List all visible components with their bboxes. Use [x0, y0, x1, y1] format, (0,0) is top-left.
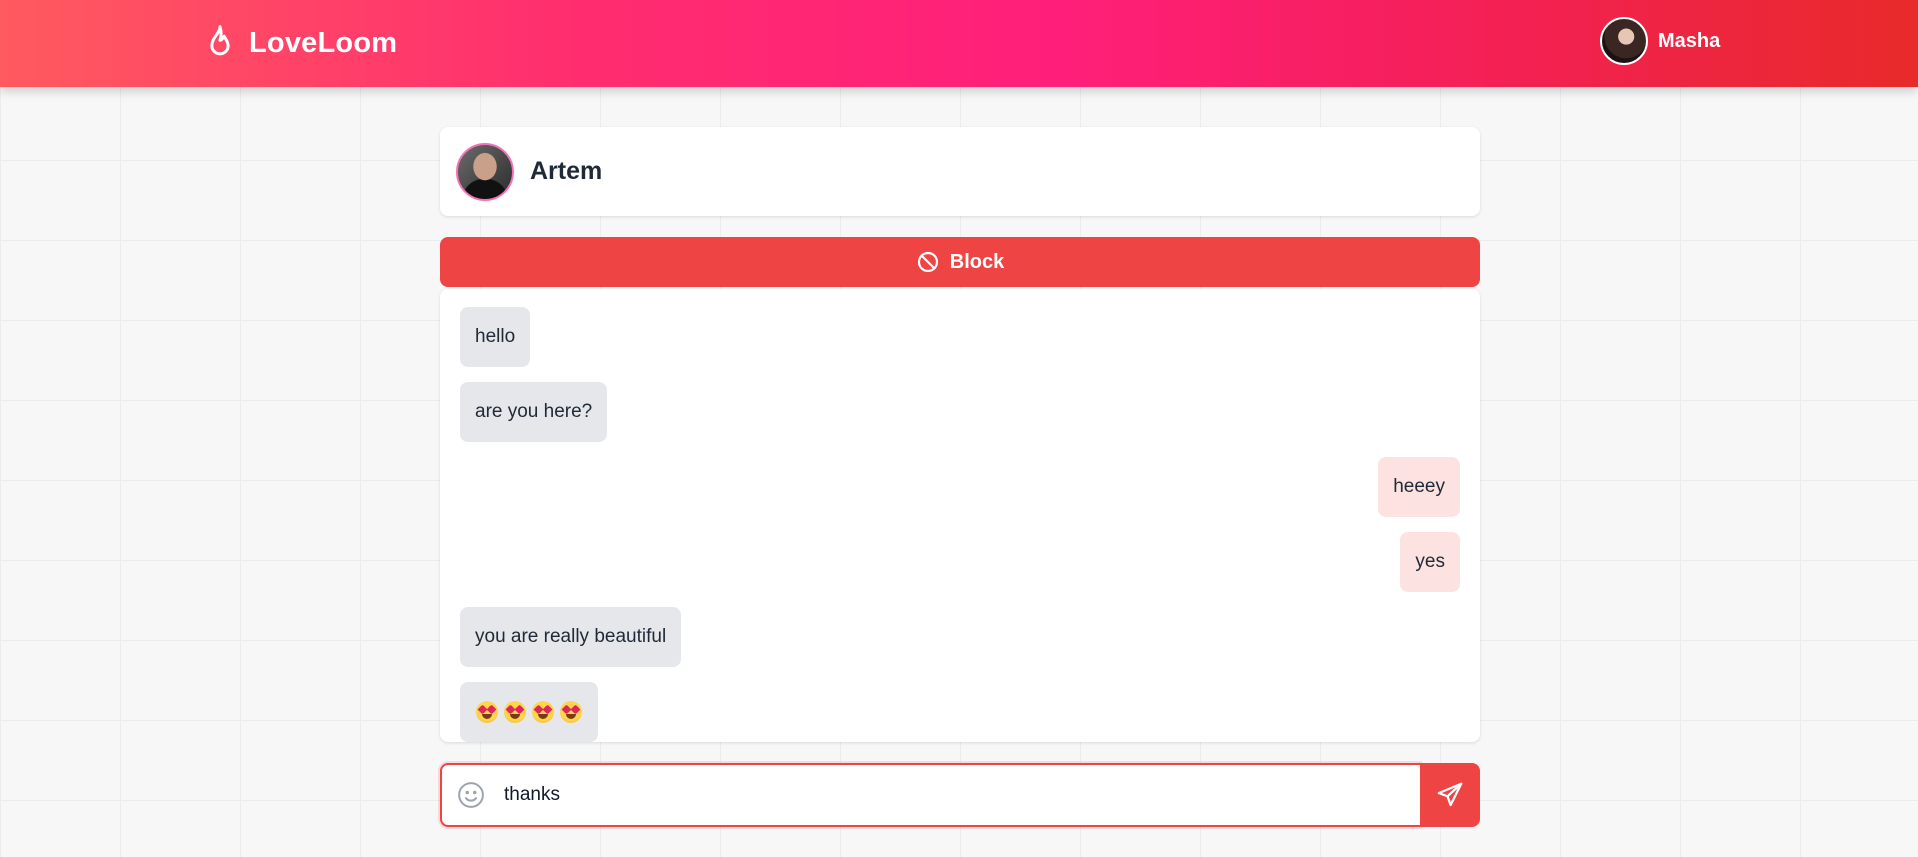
message-composer [440, 763, 1480, 827]
block-label: Block [949, 250, 1005, 273]
heart-eyes-emoji-icon [476, 701, 498, 723]
smile-icon[interactable] [456, 780, 486, 810]
block-button[interactable]: Block [440, 237, 1480, 287]
send-icon [1435, 780, 1465, 810]
message-list[interactable]: hello are you here? heeey yes you are re… [440, 289, 1480, 742]
user-name: Masha [1658, 29, 1721, 52]
ban-icon [916, 250, 940, 274]
user-avatar[interactable] [1600, 17, 1648, 65]
app-name: LoveLoom [249, 26, 398, 59]
message-text: yes [1415, 551, 1445, 572]
flame-icon [203, 24, 237, 62]
contact-avatar[interactable] [456, 142, 514, 201]
heart-eyes-emoji-icon [504, 701, 526, 723]
app-logo[interactable]: LoveLoom [203, 24, 397, 62]
message-text: you are really beautiful [475, 626, 667, 647]
message-input-wrapper [440, 763, 1420, 827]
heart-eyes-emoji-icon [532, 701, 554, 723]
message-bubble-incoming: you are really beautiful [460, 607, 682, 667]
chat-header: Artem [440, 127, 1480, 216]
message-bubble-incoming: are you here? [460, 382, 608, 442]
message-bubble-outgoing: heeey [1378, 457, 1460, 517]
user-menu[interactable]: Masha [1600, 17, 1720, 65]
top-navbar: LoveLoom Masha [0, 0, 1918, 87]
message-text: are you here? [475, 401, 593, 422]
heart-eyes-emoji-icon [560, 701, 582, 723]
message-input[interactable] [502, 774, 1406, 816]
message-bubble-incoming: 😍😍😍😍 [460, 682, 598, 742]
contact-name[interactable]: Artem [530, 157, 602, 186]
message-text: heeey [1393, 476, 1445, 497]
message-bubble-incoming: hello [460, 307, 531, 367]
message-text: hello [475, 326, 516, 347]
send-button[interactable] [1420, 763, 1480, 827]
message-bubble-outgoing: yes [1400, 532, 1460, 592]
